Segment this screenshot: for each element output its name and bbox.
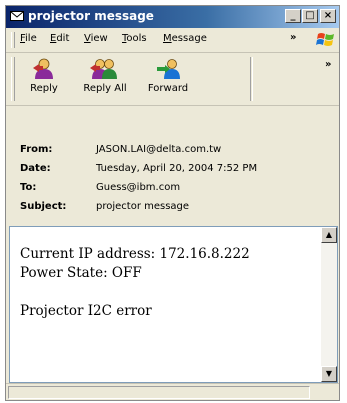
message-text: Current IP address: 172.16.8.222 Power S…: [20, 245, 250, 321]
vertical-scrollbar[interactable]: ▲ ▼: [321, 227, 337, 382]
from-label: From:: [20, 144, 53, 155]
message-header: From: JASON.LAI@delta.com.tw Date: Tuesd…: [6, 106, 339, 221]
message-body[interactable]: Current IP address: 172.16.8.222 Power S…: [9, 226, 338, 383]
reply-all-icon: [90, 59, 117, 79]
menu-view[interactable]: View: [84, 33, 108, 44]
window-title: projector message: [28, 9, 154, 23]
toolbar-grip[interactable]: [11, 57, 15, 101]
reply-label: Reply: [30, 83, 58, 94]
menu-grip[interactable]: [11, 32, 15, 48]
to-value[interactable]: Guess@ibm.com: [96, 182, 180, 193]
menu-tools[interactable]: Tools: [122, 33, 147, 44]
envelope-icon: [10, 11, 24, 21]
message-line: Projector I2C error: [20, 303, 152, 319]
from-value[interactable]: JASON.LAI@delta.com.tw: [96, 144, 221, 155]
status-pane: [8, 386, 310, 399]
reply-all-button[interactable]: Reply All: [74, 56, 136, 102]
message-line: Current IP address: 172.16.8.222: [20, 246, 250, 262]
subject-label: Subject:: [20, 201, 67, 212]
to-label: To:: [20, 182, 37, 193]
reply-all-label: Reply All: [83, 83, 127, 94]
status-bar: [6, 383, 339, 400]
date-value: Tuesday, April 20, 2004 7:52 PM: [96, 163, 258, 174]
minimize-button[interactable]: _: [285, 9, 301, 23]
maximize-button[interactable]: □: [302, 9, 318, 23]
subject-value: projector message: [96, 201, 190, 212]
menu-bar: File Edit View Tools Message »: [6, 28, 339, 53]
date-label: Date:: [20, 163, 51, 174]
forward-icon: [157, 59, 180, 79]
message-line: [20, 283, 250, 302]
scroll-down-button[interactable]: ▼: [321, 366, 337, 382]
menu-overflow-chevron[interactable]: »: [290, 32, 296, 43]
windows-logo-icon: [316, 33, 334, 46]
menu-edit[interactable]: Edit: [50, 33, 69, 44]
menu-file[interactable]: File: [20, 33, 37, 44]
reply-icon: [33, 58, 53, 79]
toolbar-overflow-chevron[interactable]: »: [325, 59, 331, 70]
reply-button[interactable]: Reply: [16, 56, 72, 102]
menu-message[interactable]: Message: [163, 33, 207, 44]
scroll-up-button[interactable]: ▲: [321, 227, 337, 243]
message-line: Power State: OFF: [20, 265, 142, 281]
message-window: projector message _ □ × File Edit View T…: [5, 5, 340, 401]
toolbar: Reply Reply All Forward »: [6, 53, 339, 106]
toolbar-separator: [250, 57, 253, 101]
forward-button[interactable]: Forward: [138, 56, 198, 102]
close-button[interactable]: ×: [320, 9, 336, 23]
title-bar[interactable]: projector message _ □ ×: [6, 6, 339, 28]
forward-label: Forward: [147, 83, 189, 94]
